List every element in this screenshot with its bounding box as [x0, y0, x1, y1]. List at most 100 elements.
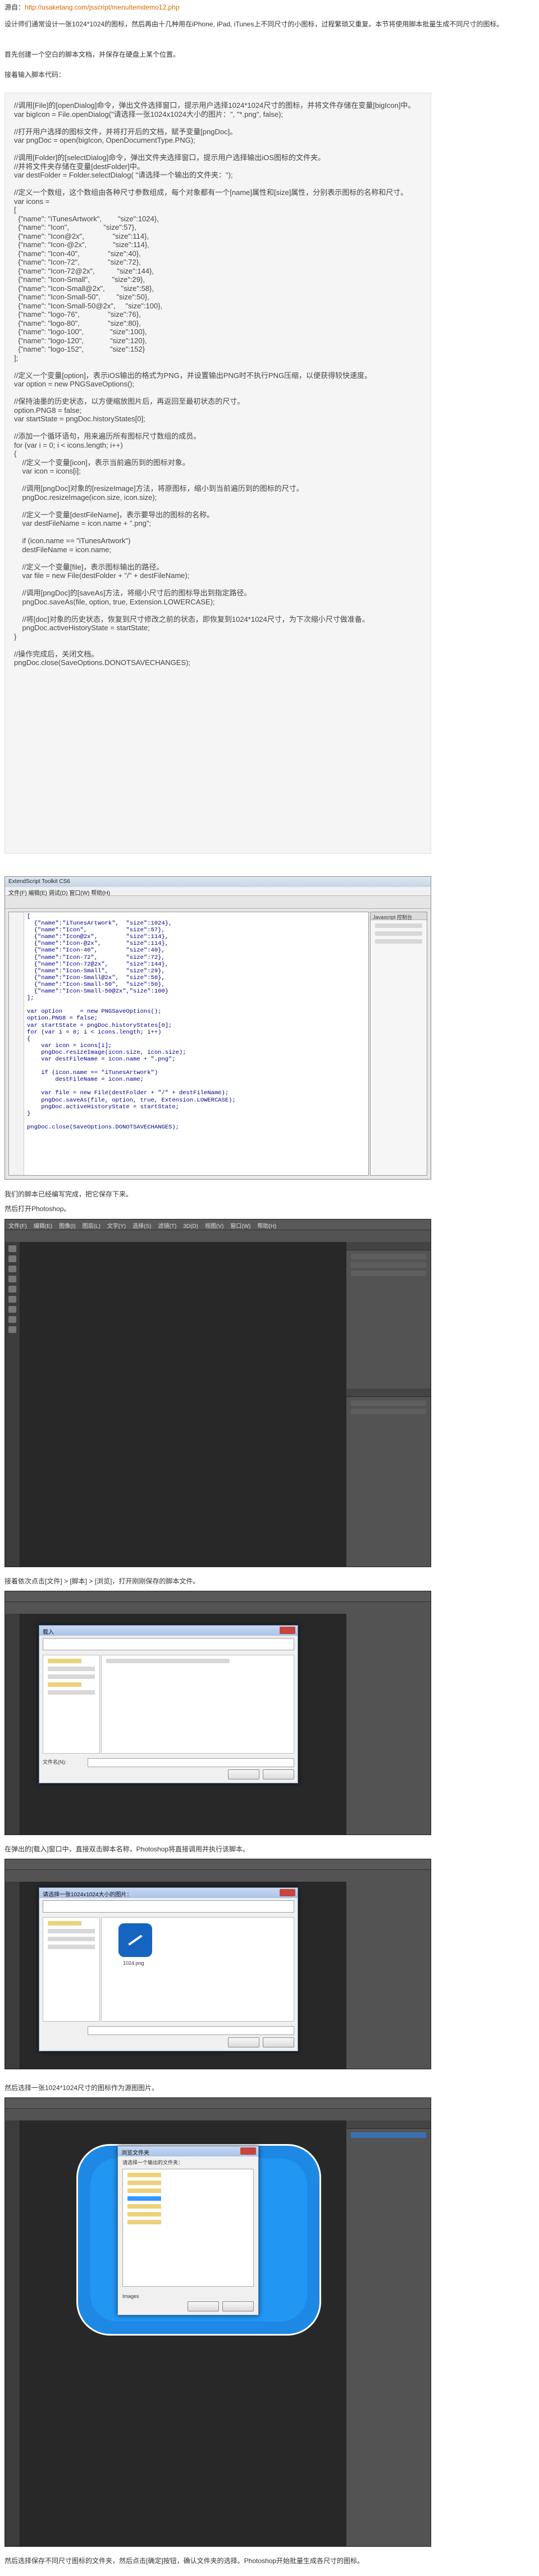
folder-item[interactable]: [48, 1921, 81, 1926]
menu-3d[interactable]: 3D(D): [180, 1222, 202, 1231]
source-link[interactable]: http://usaketang.com/jsscript/menuItemde…: [25, 3, 179, 11]
ps-panels[interactable]: [346, 1614, 431, 1835]
ps-menubar[interactable]: [5, 1591, 431, 1602]
folder-item[interactable]: [48, 1682, 81, 1687]
crop-tool-icon[interactable]: [8, 1276, 16, 1282]
panel-row: [351, 1254, 426, 1259]
file-item[interactable]: [106, 1659, 230, 1663]
dialog-footer: 文件名(N):: [43, 1757, 294, 1779]
thumbnail-label: 1024.png: [123, 1960, 144, 1966]
ps-menubar[interactable]: [5, 1859, 431, 1870]
folder-item[interactable]: [48, 1667, 95, 1671]
folder-item[interactable]: [127, 2173, 161, 2177]
dialog-title: 浏览文件夹: [118, 2146, 258, 2156]
menu-file[interactable]: 文件(F): [5, 1219, 30, 1231]
estk-toolbar[interactable]: [5, 896, 431, 909]
ps-options-bar[interactable]: [5, 1602, 431, 1615]
folder-item[interactable]: [48, 1937, 95, 1941]
folder-item[interactable]: [127, 2181, 161, 2185]
layer-row[interactable]: [351, 2132, 426, 2138]
panel-header[interactable]: [346, 1389, 431, 1397]
dialog-title: 载入: [39, 1626, 298, 1636]
layers-panel-header[interactable]: [346, 2120, 431, 2129]
console-title: Javascript 控制台: [371, 912, 427, 920]
folder-item[interactable]: [127, 2212, 161, 2217]
estk-menubar[interactable]: 文件(F) 编辑(E) 调试(D) 窗口(W) 帮助(H): [5, 887, 431, 896]
ps-panels[interactable]: [346, 1882, 431, 2069]
load-button[interactable]: [228, 1769, 259, 1779]
address-bar[interactable]: [43, 1900, 294, 1913]
cancel-button[interactable]: [263, 2037, 294, 2047]
marquee-tool-icon[interactable]: [8, 1255, 16, 1262]
png-thumbnail-icon[interactable]: [118, 1923, 152, 1957]
menu-select[interactable]: 选择(S): [129, 1219, 154, 1231]
dialog-footer: [43, 2025, 294, 2047]
close-icon[interactable]: [280, 1889, 295, 1896]
ps-options-bar[interactable]: [5, 1230, 431, 1243]
ps-toolbox[interactable]: [5, 1242, 20, 1567]
ps-toolbox[interactable]: [5, 1882, 20, 2069]
folder-item[interactable]: [48, 1945, 95, 1949]
folder-item[interactable]: [127, 2188, 161, 2193]
brush-tool-icon[interactable]: [8, 1286, 16, 1292]
folder-tree[interactable]: [43, 1655, 100, 1754]
file-list[interactable]: 1024.png: [101, 1917, 294, 2022]
cancel-button[interactable]: [222, 2301, 254, 2311]
photoshop-screenshot-load-dialog: 载入 文件名(N):: [4, 1591, 431, 1835]
open-button[interactable]: [228, 2037, 259, 2047]
folder-browse-dialog: 浏览文件夹 请选择一个输出的文件夹： Images: [117, 2146, 259, 2315]
menu-help[interactable]: 帮助(H): [254, 1219, 280, 1231]
ps-toolbox[interactable]: [5, 1614, 20, 1835]
menu-layer[interactable]: 图层(L): [79, 1219, 104, 1231]
hand-tool-icon[interactable]: [8, 1316, 16, 1323]
close-icon[interactable]: [240, 2147, 256, 2155]
folder-tree[interactable]: [122, 2169, 254, 2287]
pick-icon-paragraph: 然后选择一张1024*1024尺寸的图标作为源图图片。: [4, 2084, 159, 2092]
folder-item[interactable]: [48, 1929, 95, 1933]
console-line: [375, 931, 422, 936]
ps-options-bar[interactable]: [5, 2109, 431, 2122]
menu-view[interactable]: 视图(V): [202, 1219, 227, 1231]
eraser-tool-icon[interactable]: [8, 1296, 16, 1303]
ps-options-bar[interactable]: [5, 1870, 431, 1883]
lasso-tool-icon[interactable]: [8, 1266, 16, 1272]
ps-panels[interactable]: [346, 2120, 431, 2546]
source-line: 源自：http://usaketang.com/jsscript/menuIte…: [4, 2, 532, 12]
line-number-gutter: [9, 912, 24, 1175]
menu-edit[interactable]: 编辑(E): [30, 1219, 56, 1231]
ps-workspace: [20, 1242, 346, 1567]
open-image-dialog: 请选择一张1024x1024大小的图片： 1024.png: [39, 1887, 298, 2051]
script-code-block: //调用[File]的[openDialog]命令，弹出文件选择窗口，提示用户选…: [4, 93, 431, 854]
file-name-input[interactable]: [88, 2026, 294, 2035]
folder-item[interactable]: [48, 1690, 95, 1695]
intro-paragraph-3: 接着输入脚本代码：: [4, 71, 66, 79]
ps-panels[interactable]: [346, 1242, 431, 1567]
ps-menubar[interactable]: 文件(F) 编辑(E) 图像(I) 图层(L) 文字(Y) 选择(S) 滤镜(T) 3D(D)…: [5, 1219, 431, 1230]
estk-console-panel: Javascript 控制台: [370, 912, 427, 1176]
menu-filter[interactable]: 滤镜(T): [155, 1219, 180, 1231]
last-paragraph: 然后选择保存不同尺寸图标的文件夹，然后点击[确定]按钮，确认文件夹的选择。Pho…: [4, 2557, 364, 2565]
close-icon[interactable]: [280, 1627, 295, 1634]
ok-button[interactable]: [188, 2301, 219, 2311]
ps-menubar[interactable]: [5, 2098, 431, 2109]
menu-image[interactable]: 图像(I): [56, 1219, 79, 1231]
menu-type[interactable]: 文字(Y): [104, 1219, 129, 1231]
estk-editor[interactable]: [ {"name":"iTunesArtwork", "size":1024},…: [8, 912, 369, 1176]
folder-item-selected[interactable]: [127, 2196, 161, 2201]
cancel-button[interactable]: [263, 1769, 294, 1779]
ps-toolbox[interactable]: [5, 2120, 20, 2546]
folder-item[interactable]: [48, 1674, 95, 1679]
zoom-tool-icon[interactable]: [8, 1326, 16, 1333]
move-tool-icon[interactable]: [8, 1245, 16, 1252]
text-tool-icon[interactable]: [8, 1306, 16, 1313]
folder-item[interactable]: [48, 1659, 81, 1663]
file-name-input[interactable]: [88, 1758, 294, 1767]
folder-tree[interactable]: [43, 1917, 100, 2022]
file-list[interactable]: [101, 1655, 294, 1754]
folder-item[interactable]: [127, 2204, 161, 2209]
panel-header[interactable]: [346, 1242, 431, 1250]
menu-window[interactable]: 窗口(W): [227, 1219, 254, 1231]
address-bar[interactable]: [43, 1638, 294, 1650]
folder-item[interactable]: [127, 2220, 161, 2224]
dialog-buttons: [184, 2301, 254, 2311]
